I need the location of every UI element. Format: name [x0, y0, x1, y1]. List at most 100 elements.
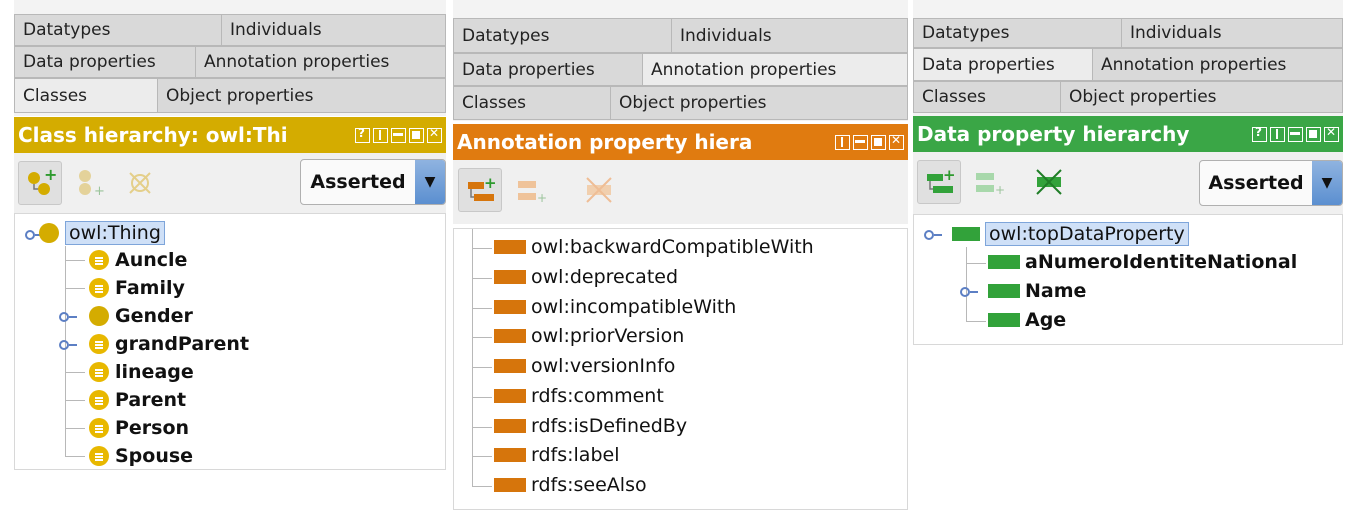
add-sub-property-button[interactable]: +	[917, 160, 961, 204]
tab-data-properties[interactable]: Data properties	[14, 46, 196, 78]
tree-node-spouse[interactable]: Spouse	[89, 445, 193, 467]
tree-node-rdfs-comment[interactable]: rdfs:comment	[494, 385, 664, 407]
tab-datatypes[interactable]: Datatypes	[14, 14, 222, 46]
tree-guide	[966, 321, 986, 322]
tab-classes[interactable]: Classes	[453, 86, 611, 120]
tree-node-owl-deprecated[interactable]: owl:deprecated	[494, 266, 678, 288]
delete-property-button[interactable]	[577, 168, 621, 212]
tree-node-auncle[interactable]: Auncle	[89, 249, 187, 271]
tab-annotation-properties[interactable]: Annotation properties	[642, 53, 908, 86]
tree-node-label: Spouse	[115, 445, 194, 467]
tree-node-name[interactable]: Name	[988, 280, 1086, 302]
tree-node-anumeroidentitenational[interactable]: aNumeroIdentiteNational	[988, 251, 1297, 273]
add-sibling-property-icon: +	[976, 173, 1005, 197]
tree-node-rdfs-label[interactable]: rdfs:label	[494, 444, 619, 466]
data-property-hierarchy-panel: Datatypes Individuals Data properties An…	[913, 0, 1343, 345]
annotation-property-icon	[494, 329, 526, 343]
toolbar: + +	[453, 160, 908, 224]
expand-toggle-owl-topdataproperty[interactable]	[924, 230, 942, 240]
delete-property-icon	[1036, 169, 1062, 195]
tree-node-lineage[interactable]: lineage	[89, 361, 194, 383]
tree-root-owl-topdataproperty[interactable]: owl:topDataProperty	[952, 222, 1189, 246]
tree-node-owl-versioninfo[interactable]: owl:versionInfo	[494, 355, 675, 377]
tab-annotation-properties[interactable]: Annotation properties	[1092, 48, 1343, 81]
tree-node-label: Auncle	[115, 249, 188, 271]
tab-object-properties[interactable]: Object properties	[157, 78, 446, 113]
split-view-icon[interactable]	[1270, 126, 1285, 142]
help-icon[interactable]	[355, 126, 370, 143]
add-subclass-button[interactable]: +	[18, 161, 62, 205]
tree-node-age[interactable]: Age	[988, 309, 1066, 331]
maximize-icon[interactable]	[1306, 126, 1321, 142]
tab-object-properties[interactable]: Object properties	[1060, 81, 1343, 113]
tab-individuals[interactable]: Individuals	[221, 14, 446, 46]
tree-guide	[65, 288, 85, 289]
add-sibling-property-button[interactable]: +	[967, 160, 1011, 204]
tree-guide	[472, 278, 492, 279]
tree-node-family[interactable]: Family	[89, 277, 185, 299]
delete-property-button[interactable]	[1027, 160, 1071, 204]
data-property-icon	[988, 255, 1020, 269]
close-icon[interactable]	[889, 133, 904, 150]
split-view-icon[interactable]	[835, 134, 850, 150]
minimize-icon[interactable]	[853, 134, 868, 150]
tree-node-gender[interactable]: Gender	[89, 305, 193, 327]
split-view-icon[interactable]	[373, 127, 388, 143]
help-icon[interactable]	[1252, 125, 1267, 142]
tree-node-rdfs-isdefinedby[interactable]: rdfs:isDefinedBy	[494, 415, 687, 437]
annotation-property-icon	[494, 448, 526, 462]
tab-individuals[interactable]: Individuals	[671, 18, 908, 53]
data-property-tree: owl:topDataProperty aNumeroIdentiteNatio…	[913, 214, 1343, 345]
tab-datatypes[interactable]: Datatypes	[453, 18, 672, 53]
maximize-icon[interactable]	[409, 127, 424, 143]
tab-classes[interactable]: Classes	[913, 81, 1061, 113]
add-sub-property-button[interactable]: +	[458, 168, 502, 212]
class-icon	[39, 223, 59, 243]
expand-toggle-owl-thing[interactable]	[25, 230, 43, 240]
tab-individuals[interactable]: Individuals	[1121, 18, 1343, 48]
tab-data-properties[interactable]: Data properties	[913, 48, 1093, 81]
minimize-icon[interactable]	[391, 127, 406, 143]
panel-title: Data property hierarchy	[917, 122, 1190, 146]
tree-node-owl-priorversion[interactable]: owl:priorVersion	[494, 325, 684, 347]
expand-toggle-name[interactable]	[960, 287, 978, 297]
tab-annotation-properties[interactable]: Annotation properties	[195, 46, 446, 78]
annotation-property-icon	[494, 478, 526, 492]
maximize-icon[interactable]	[871, 134, 886, 150]
tree-node-grandparent[interactable]: grandParent	[89, 333, 249, 355]
tab-data-properties[interactable]: Data properties	[453, 53, 643, 86]
tab-datatypes[interactable]: Datatypes	[913, 18, 1122, 48]
tree-node-label: grandParent	[115, 333, 250, 355]
tree-guide	[472, 248, 492, 249]
tree-guide	[65, 456, 85, 457]
panel-title: Annotation property hiera	[457, 130, 753, 154]
expand-toggle-grandparent[interactable]	[59, 340, 77, 350]
minimize-icon[interactable]	[1288, 126, 1303, 142]
tree-node-owl-backwardcompatiblewith[interactable]: owl:backwardCompatibleWith	[494, 236, 814, 258]
svg-text:+: +	[995, 183, 1005, 197]
toolbar: + + Asserted ▼	[14, 153, 446, 213]
tab-classes[interactable]: Classes	[14, 78, 158, 113]
svg-text:+: +	[484, 174, 497, 192]
close-icon[interactable]	[1324, 125, 1339, 142]
annotation-property-icon	[494, 419, 526, 433]
tree-guide	[65, 246, 66, 456]
annotation-property-tree: owl:backwardCompatibleWith owl:deprecate…	[453, 228, 908, 510]
hierarchy-mode-select[interactable]: Asserted ▼	[300, 159, 446, 205]
tree-node-parent[interactable]: Parent	[89, 389, 186, 411]
tree-root-owl-thing[interactable]: owl:Thing	[39, 221, 165, 245]
expand-toggle-gender[interactable]	[59, 312, 77, 322]
tree-node-owl-incompatiblewith[interactable]: owl:incompatibleWith	[494, 296, 736, 318]
close-icon[interactable]	[427, 126, 442, 143]
tree-node-person[interactable]: Person	[89, 417, 189, 439]
tree-node-rdfs-seealso[interactable]: rdfs:seeAlso	[494, 474, 647, 496]
add-sibling-property-button[interactable]: +	[509, 168, 553, 212]
delete-class-button[interactable]	[118, 161, 162, 205]
defined-class-icon	[89, 418, 109, 438]
hierarchy-mode-select[interactable]: Asserted ▼	[1199, 160, 1343, 206]
add-sibling-class-button[interactable]: +	[68, 161, 112, 205]
svg-text:+: +	[537, 191, 547, 205]
tab-object-properties[interactable]: Object properties	[610, 86, 908, 120]
tree-guide	[472, 229, 473, 486]
add-sub-property-icon: +	[927, 166, 956, 193]
